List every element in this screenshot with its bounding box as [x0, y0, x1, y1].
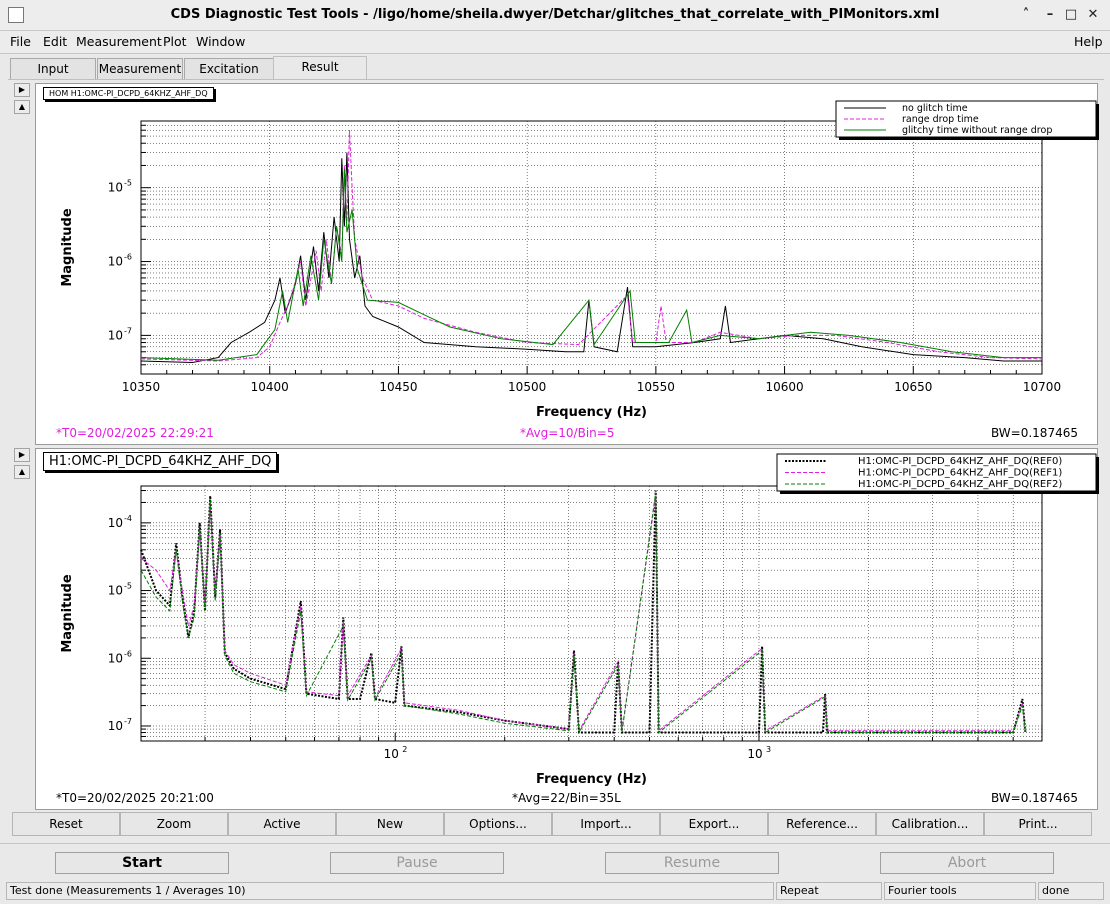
tab-result[interactable]: Result — [273, 56, 367, 80]
y-axis-label: Magnitude — [60, 208, 75, 287]
window-titlebar: CDS Diagnostic Test Tools - /ligo/home/s… — [0, 0, 1110, 31]
import-button[interactable]: Import... — [552, 812, 660, 836]
x-axis-label: Frequency (Hz) — [536, 772, 647, 787]
collapse-panel-bottom-icon[interactable]: ▲ — [14, 465, 30, 479]
y-tick-label: 10 — [108, 328, 123, 342]
start-button[interactable]: Start — [55, 852, 229, 874]
options-button[interactable]: Options... — [444, 812, 552, 836]
plot-panel-bottom[interactable]: H1:OMC-PI_DCPD_64KHZ_AHF_DQ 10 2 10 3 10 -7 10… — [35, 448, 1099, 811]
expand-panel-top-icon[interactable]: ▶ — [14, 83, 30, 97]
calibration-button[interactable]: Calibration... — [876, 812, 984, 836]
panel-top-t0: *T0=20/02/2025 22:29:21 — [56, 426, 214, 440]
x-tick-label: 10 — [384, 747, 399, 761]
x-tick-label: 10450 — [379, 380, 417, 394]
minimize-icon[interactable]: – — [1040, 5, 1060, 25]
y-axis-label: Magnitude — [60, 574, 75, 653]
panel-bottom-avg: *Avg=22/Bin=35L — [512, 791, 621, 805]
grid-lines — [141, 121, 1042, 375]
reset-button[interactable]: Reset — [12, 812, 120, 836]
axis-ticks — [140, 124, 1043, 375]
tab-bar: Input Measurement Excitation Result — [0, 56, 1110, 80]
x-tick-label: 10650 — [894, 380, 932, 394]
panel-top-bw: BW=0.187465 — [991, 426, 1078, 440]
plot-frame — [140, 120, 1043, 375]
abort-button[interactable]: Abort — [880, 852, 1054, 874]
series-line-0 — [140, 490, 1027, 734]
menu-measurement[interactable]: Measurement — [76, 34, 162, 49]
y-tick-label-exponent: -4 — [124, 514, 132, 523]
tab-excitation[interactable]: Excitation — [184, 58, 274, 79]
x-tick-label: 10700 — [1023, 380, 1061, 394]
y-tick-label: 10 — [108, 719, 123, 733]
series-line-2 — [140, 492, 1026, 735]
legend-label-2: H1:OMC-PI_DCPD_64KHZ_AHF_DQ(REF2) — [858, 479, 1062, 490]
grid-lines — [141, 486, 1042, 742]
y-tick-label-exponent: -6 — [124, 649, 132, 658]
collapse-window-icon[interactable]: ˄ — [1016, 5, 1036, 25]
menu-help[interactable]: Help — [1074, 34, 1103, 49]
menu-separator — [0, 53, 1110, 54]
menu-plot[interactable]: Plot — [163, 34, 187, 49]
tab-input[interactable]: Input — [10, 58, 96, 79]
tab-measurement[interactable]: Measurement — [97, 58, 183, 79]
chart-top[interactable]: 10350 10400 10450 10500 10550 10600 10650 10700… — [36, 84, 1099, 446]
x-tick-label: 10 — [747, 747, 762, 761]
close-icon[interactable]: ✕ — [1083, 5, 1103, 25]
y-tick-label-exponent: -5 — [124, 582, 132, 591]
panel-bottom-t0: *T0=20/02/2025 20:21:00 — [56, 791, 214, 805]
x-tick-label: 10500 — [508, 380, 546, 394]
x-tick-label: 10350 — [122, 380, 160, 394]
pause-button[interactable]: Pause — [330, 852, 504, 874]
x-tick-label: 10550 — [637, 380, 675, 394]
window-title: CDS Diagnostic Test Tools - /ligo/home/s… — [170, 7, 940, 22]
expand-panel-bottom-icon[interactable]: ▶ — [14, 448, 30, 462]
legend-label-0: H1:OMC-PI_DCPD_64KHZ_AHF_DQ(REF0) — [858, 456, 1062, 467]
y-tick-label-exponent: -6 — [124, 253, 132, 262]
panel-bottom-bw: BW=0.187465 — [991, 791, 1078, 805]
status-repeat: Repeat — [776, 882, 882, 900]
maximize-icon[interactable]: □ — [1061, 5, 1081, 25]
zoom-button[interactable]: Zoom — [120, 812, 228, 836]
print-button[interactable]: Print... — [984, 812, 1092, 836]
menu-file[interactable]: File — [10, 34, 31, 49]
y-tick-label: 10 — [108, 516, 123, 530]
x-tick-label: 10600 — [765, 380, 803, 394]
legend-label-1: H1:OMC-PI_DCPD_64KHZ_AHF_DQ(REF1) — [858, 468, 1062, 479]
y-tick-label: 10 — [108, 181, 123, 195]
plot-toolbar: Reset Zoom Active New Options... Import.… — [12, 812, 1098, 836]
y-tick-label-exponent: -5 — [124, 179, 132, 188]
resume-button[interactable]: Resume — [605, 852, 779, 874]
status-bar: Test done (Measurements 1 / Averages 10)… — [0, 880, 1110, 904]
y-tick-label-exponent: -7 — [124, 326, 132, 335]
active-button[interactable]: Active — [228, 812, 336, 836]
tab-underline — [8, 79, 1104, 80]
chart-bottom[interactable]: 10 2 10 310 -710 -610 -510 -4Frequency (Hz)Magn… — [36, 449, 1099, 811]
plot-panel-top[interactable]: HOM H1:OMC-PI_DCPD_64KHZ_AHF_DQ 10350 104… — [35, 83, 1099, 446]
y-tick-label: 10 — [108, 651, 123, 665]
x-tick-label-exponent: 2 — [402, 745, 407, 754]
status-state: done — [1038, 882, 1104, 900]
y-tick-label: 10 — [108, 584, 123, 598]
status-message: Test done (Measurements 1 / Averages 10) — [6, 882, 774, 900]
menubar: File Edit Measurement Plot Window Help — [0, 31, 1110, 53]
reference-button[interactable]: Reference... — [768, 812, 876, 836]
menu-edit[interactable]: Edit — [43, 34, 67, 49]
legend-label-0: no glitch time — [902, 103, 968, 114]
panel-top-avg: *Avg=10/Bin=5 — [520, 426, 615, 440]
controls-separator — [0, 843, 1110, 844]
series-line-1 — [140, 495, 1026, 733]
y-tick-label-exponent: -7 — [124, 717, 132, 726]
menu-window[interactable]: Window — [196, 34, 245, 49]
plot-frame — [140, 485, 1043, 742]
legend-label-2: glitchy time without range drop — [902, 125, 1052, 136]
x-axis-label: Frequency (Hz) — [536, 405, 647, 420]
x-tick-label: 10400 — [251, 380, 289, 394]
x-tick-label-exponent: 3 — [766, 745, 771, 754]
new-button[interactable]: New — [336, 812, 444, 836]
collapse-panel-top-icon[interactable]: ▲ — [14, 100, 30, 114]
status-tool: Fourier tools — [884, 882, 1036, 900]
export-button[interactable]: Export... — [660, 812, 768, 836]
legend-label-1: range drop time — [902, 114, 979, 125]
y-tick-label: 10 — [108, 255, 123, 269]
